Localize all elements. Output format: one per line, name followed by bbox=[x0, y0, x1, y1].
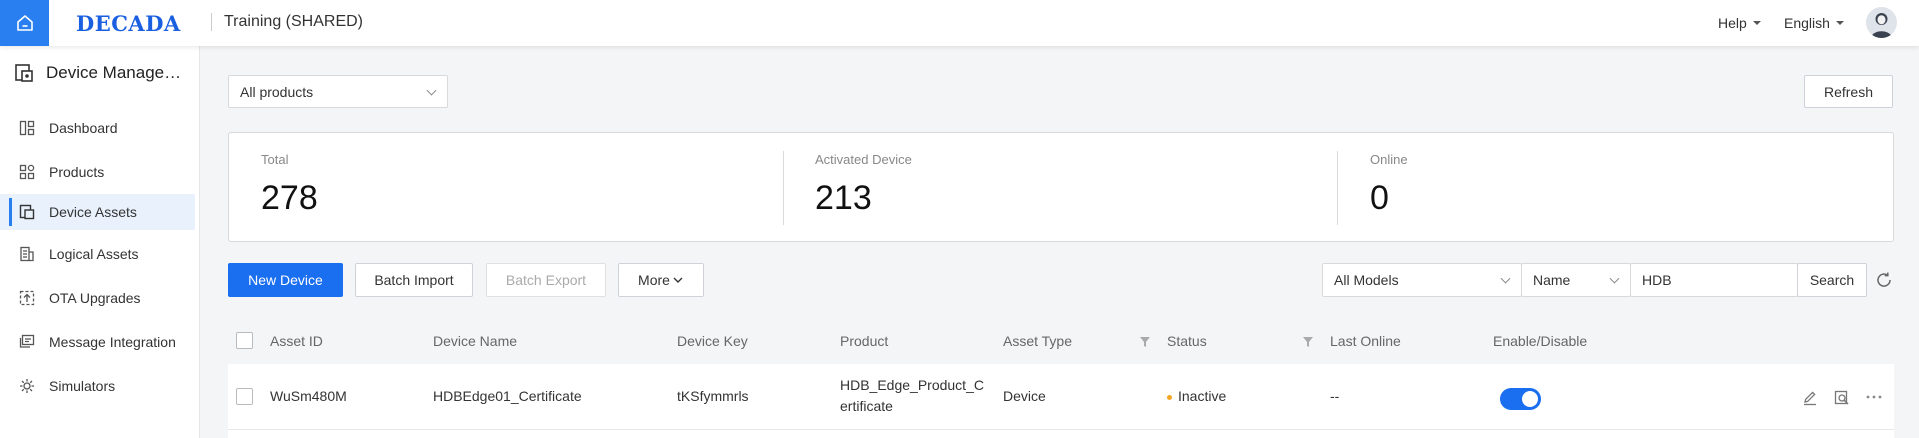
column-last-online: Last Online bbox=[1330, 333, 1401, 349]
row-checkbox[interactable] bbox=[236, 388, 253, 405]
column-product: Product bbox=[840, 333, 889, 349]
language-menu[interactable]: English bbox=[1784, 15, 1844, 31]
stat-activated-label: Activated Device bbox=[815, 152, 912, 167]
refresh-button[interactable]: Refresh bbox=[1804, 75, 1893, 108]
stat-online-label: Online bbox=[1370, 152, 1408, 167]
search-field-select[interactable]: Name bbox=[1521, 263, 1631, 297]
language-label: English bbox=[1784, 15, 1830, 31]
device-assets-icon bbox=[19, 204, 35, 220]
sidebar-item-label: Message Integration bbox=[49, 334, 176, 350]
message-icon bbox=[19, 334, 35, 348]
sidebar-item-device-assets[interactable]: Device Assets bbox=[0, 194, 195, 230]
sidebar-item-ota-upgrades[interactable]: OTA Upgrades bbox=[0, 280, 195, 316]
workspace-name: Training (SHARED) bbox=[224, 13, 363, 30]
status-text: Inactive bbox=[1178, 388, 1227, 404]
search-input-value: HDB bbox=[1642, 272, 1672, 288]
chevron-down-icon bbox=[1835, 21, 1844, 25]
chevron-down-icon bbox=[1752, 21, 1761, 25]
search-field-value: Name bbox=[1533, 272, 1571, 288]
chevron-down-icon bbox=[673, 277, 683, 283]
search-button[interactable]: Search bbox=[1797, 263, 1867, 297]
column-asset-type: Asset Type bbox=[1003, 333, 1073, 349]
stat-divider bbox=[1337, 151, 1338, 225]
column-enable-disable: Enable/Disable bbox=[1493, 333, 1588, 349]
select-all-checkbox[interactable] bbox=[236, 332, 253, 349]
product-cell-line2: ertificate bbox=[840, 398, 893, 414]
product-cell-line1: HDB_Edge_Product_C bbox=[840, 377, 984, 393]
reload-button[interactable] bbox=[1875, 271, 1893, 289]
stat-activated-value: 213 bbox=[815, 179, 872, 217]
home-icon bbox=[16, 15, 33, 31]
sidebar-item-label: Logical Assets bbox=[49, 246, 139, 262]
column-device-name: Device Name bbox=[433, 333, 518, 349]
help-menu[interactable]: Help bbox=[1718, 15, 1761, 31]
product-select-value: All products bbox=[240, 83, 314, 100]
top-bar: DECADA Training (SHARED) Help English bbox=[0, 0, 1919, 46]
model-select[interactable]: All Models bbox=[1322, 263, 1522, 297]
sidebar-title: Device Managem... bbox=[46, 63, 191, 82]
status-cell: Inactive bbox=[1167, 388, 1226, 404]
filter-icon[interactable] bbox=[1139, 336, 1151, 348]
sidebar-item-simulators[interactable]: Simulators bbox=[0, 368, 195, 404]
column-asset-id: Asset ID bbox=[270, 333, 323, 349]
new-device-button[interactable]: New Device bbox=[228, 263, 343, 297]
table-header: Asset ID Device Name Device Key Product … bbox=[228, 318, 1894, 364]
chevron-down-icon bbox=[426, 85, 437, 96]
device-table: Asset ID Device Name Device Key Product … bbox=[228, 318, 1894, 438]
sidebar: Device Managem... Dashboard Products Dev… bbox=[0, 46, 200, 438]
simulators-icon bbox=[20, 379, 34, 393]
sidebar-item-message-integration[interactable]: Message Integration bbox=[0, 324, 195, 360]
device-management-icon bbox=[15, 64, 33, 82]
sidebar-item-products[interactable]: Products bbox=[0, 154, 195, 190]
device-key-cell: tKSfymmrls bbox=[677, 388, 749, 404]
sidebar-item-label: OTA Upgrades bbox=[49, 290, 141, 306]
search-input[interactable]: HDB bbox=[1630, 263, 1798, 297]
ota-icon bbox=[19, 290, 35, 306]
chevron-down-icon bbox=[1609, 273, 1620, 284]
sidebar-header: Device Managem... bbox=[14, 63, 199, 83]
logical-assets-icon bbox=[20, 246, 34, 262]
asset-id-cell: WuSm480M bbox=[270, 388, 347, 404]
last-online-cell: -- bbox=[1330, 388, 1340, 404]
reload-icon bbox=[1877, 272, 1891, 287]
asset-type-cell: Device bbox=[1003, 388, 1046, 404]
dashboard-icon bbox=[19, 120, 35, 136]
decada-logo[interactable]: DECADA bbox=[76, 11, 181, 36]
product-select[interactable]: All products bbox=[228, 75, 448, 108]
home-button[interactable] bbox=[0, 0, 49, 46]
table-row: WuSm480M HDBEdge01_Certificate tKSfymmrl… bbox=[228, 364, 1894, 430]
avatar[interactable] bbox=[1866, 7, 1897, 38]
edit-icon[interactable] bbox=[1802, 390, 1818, 406]
help-label: Help bbox=[1718, 15, 1747, 31]
batch-import-button[interactable]: Batch Import bbox=[355, 263, 473, 297]
sidebar-item-label: Device Assets bbox=[49, 204, 137, 220]
chevron-down-icon bbox=[1500, 273, 1511, 284]
sidebar-item-label: Products bbox=[49, 164, 105, 180]
products-icon bbox=[19, 164, 35, 180]
column-status: Status bbox=[1167, 333, 1207, 349]
more-label: More bbox=[638, 272, 670, 288]
stat-total-value: 278 bbox=[261, 179, 318, 217]
stat-online-value: 0 bbox=[1370, 179, 1389, 217]
filter-icon[interactable] bbox=[1302, 336, 1314, 348]
batch-export-button[interactable]: Batch Export bbox=[486, 263, 606, 297]
header-divider bbox=[211, 13, 212, 31]
column-device-key: Device Key bbox=[677, 333, 748, 349]
sidebar-item-label: Dashboard bbox=[49, 120, 118, 136]
sidebar-item-label: Simulators bbox=[49, 378, 116, 394]
stat-divider bbox=[783, 151, 784, 225]
user-icon bbox=[1871, 13, 1892, 38]
enable-toggle[interactable] bbox=[1500, 388, 1541, 410]
status-dot bbox=[1167, 394, 1172, 400]
sidebar-item-dashboard[interactable]: Dashboard bbox=[0, 110, 195, 146]
sidebar-item-logical-assets[interactable]: Logical Assets bbox=[0, 236, 195, 272]
more-button[interactable]: More bbox=[618, 263, 704, 297]
view-details-icon[interactable] bbox=[1834, 390, 1850, 406]
stats-panel: Total 278 Activated Device 213 Online 0 bbox=[228, 132, 1894, 242]
stat-total-label: Total bbox=[261, 152, 289, 167]
more-actions-icon[interactable] bbox=[1866, 393, 1882, 401]
device-name-cell: HDBEdge01_Certificate bbox=[433, 388, 582, 404]
model-select-value: All Models bbox=[1334, 272, 1399, 288]
